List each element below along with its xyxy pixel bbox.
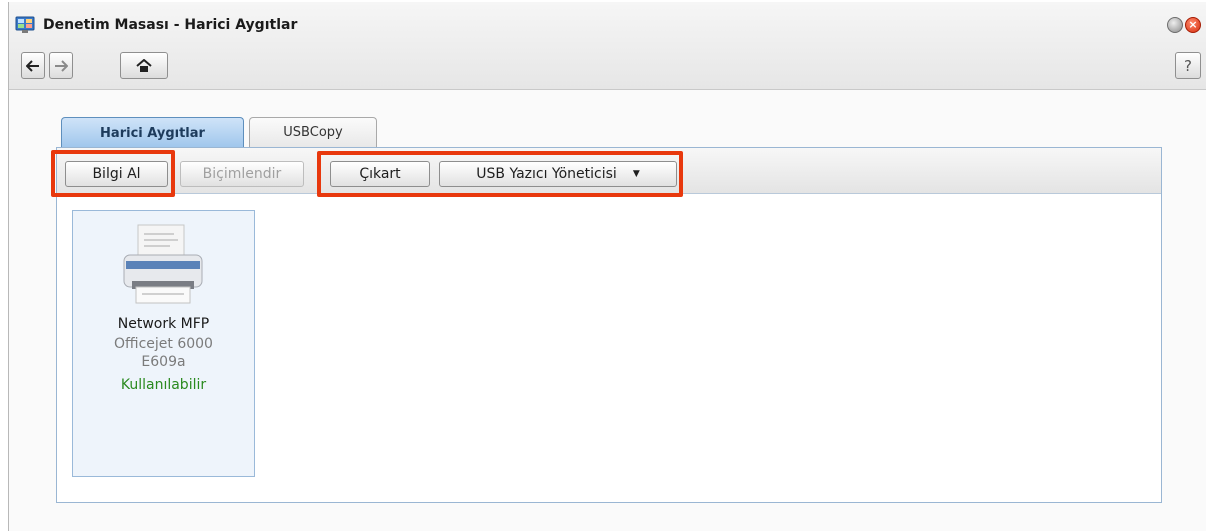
get-info-button[interactable]: Bilgi Al <box>65 161 168 187</box>
tab-usbcopy[interactable]: USBCopy <box>249 117 377 147</box>
device-model: Officejet 6000 E609a <box>73 335 254 371</box>
format-button[interactable]: Biçimlendir <box>180 161 304 187</box>
usb-printer-manager-label: USB Yazıcı Yöneticisi <box>476 166 617 182</box>
forward-button[interactable] <box>49 52 73 79</box>
minimize-button[interactable] <box>1167 17 1183 33</box>
toolbar: Bilgi Al Biçimlendir Çıkart USB Yazıcı Y… <box>51 148 1161 197</box>
device-name: Network MFP <box>117 316 210 332</box>
eject-button[interactable]: Çıkart <box>330 161 430 187</box>
home-button[interactable] <box>120 52 168 79</box>
control-panel-icon <box>15 16 35 33</box>
title-bar: Denetim Masası - Harici Aygıtlar × ? <box>9 2 1206 90</box>
device-model-line2: E609a <box>141 354 186 370</box>
device-card[interactable]: Network MFP Officejet 6000 E609a Kullanı… <box>72 210 255 477</box>
device-status: Kullanılabilir <box>120 377 207 393</box>
content-area: Harici Aygıtlar USBCopy Bilgi Al Biçimle… <box>9 90 1206 531</box>
arrow-left-icon <box>26 59 39 72</box>
close-button[interactable]: × <box>1185 17 1201 33</box>
control-panel-window: Denetim Masası - Harici Aygıtlar × ? Har… <box>8 2 1206 531</box>
printer-icon <box>123 224 203 304</box>
window-title: Denetim Masası - Harici Aygıtlar <box>43 17 298 33</box>
arrow-right-icon <box>55 59 68 72</box>
help-button[interactable]: ? <box>1175 52 1201 79</box>
home-icon <box>136 58 152 72</box>
device-model-line1: Officejet 6000 <box>114 336 213 352</box>
devices-panel: Bilgi Al Biçimlendir Çıkart USB Yazıcı Y… <box>51 147 1162 503</box>
usb-printer-manager-button[interactable]: USB Yazıcı Yöneticisi ▼ <box>439 161 677 187</box>
close-icon: × <box>1188 18 1198 31</box>
back-button[interactable] <box>21 52 45 79</box>
tab-harici-aygitlar[interactable]: Harici Aygıtlar <box>61 117 244 148</box>
dropdown-caret-icon: ▼ <box>632 169 640 179</box>
